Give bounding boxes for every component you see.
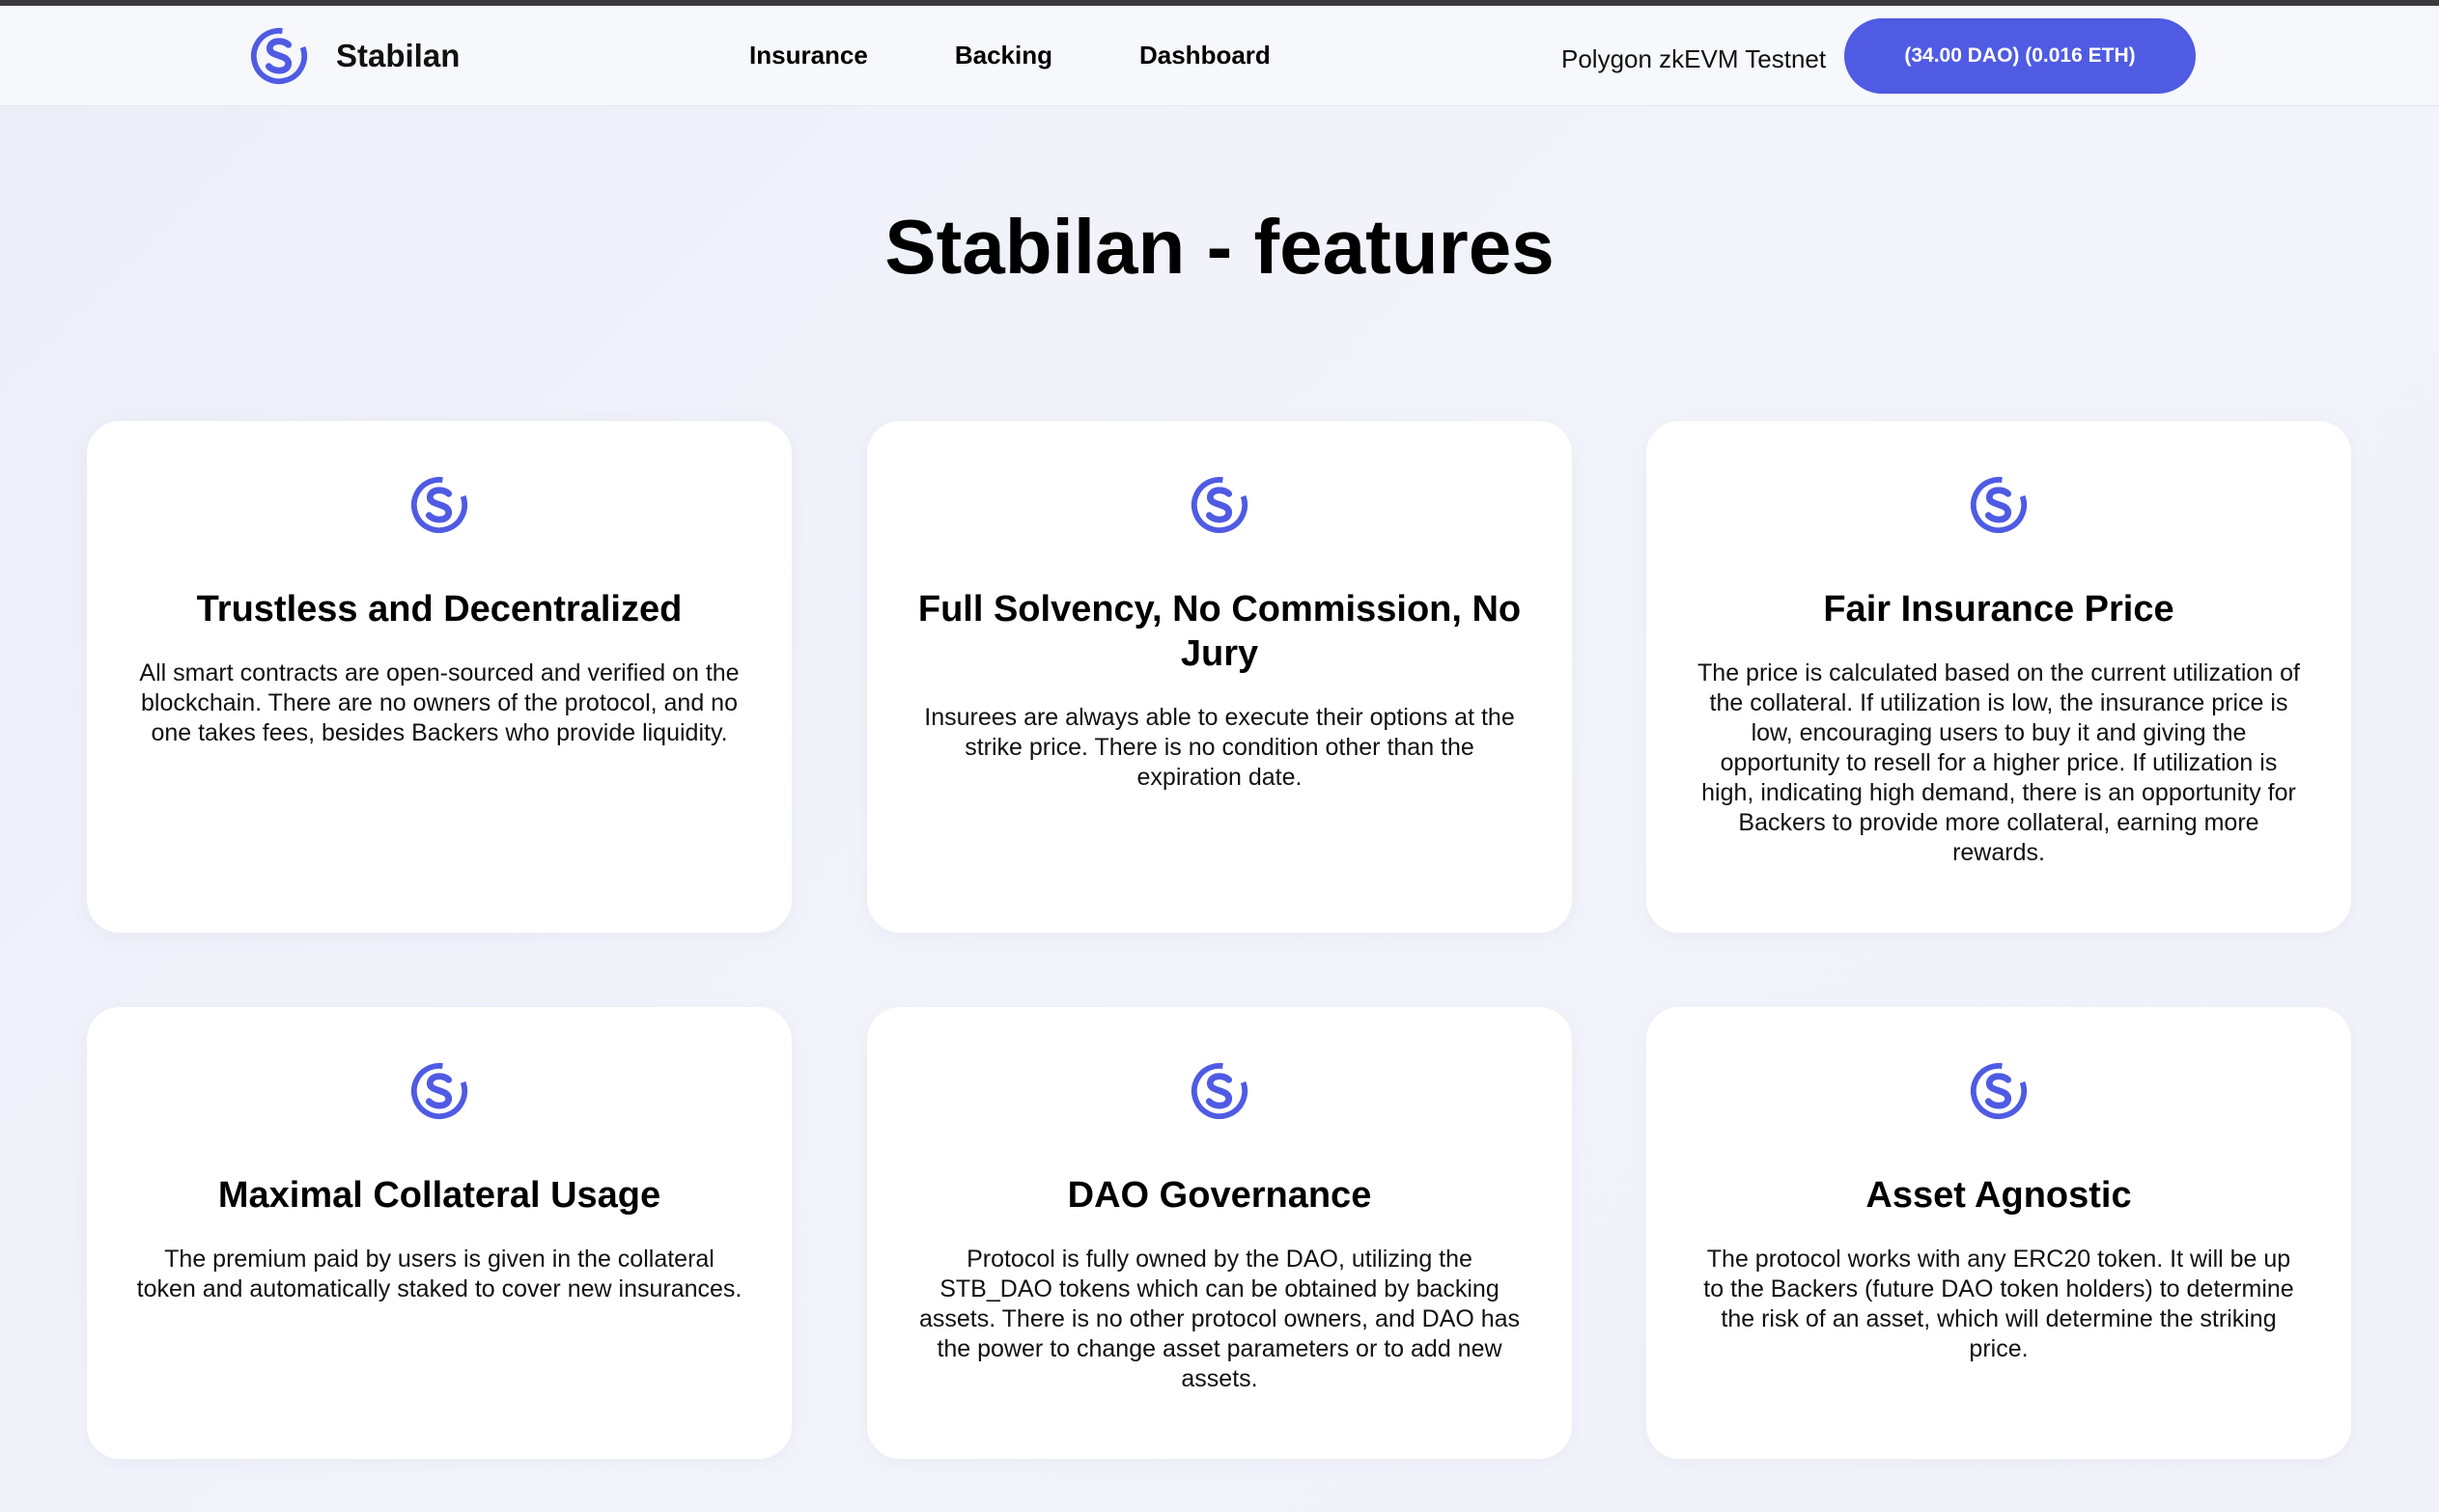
stabilan-logo-icon xyxy=(1970,476,2028,534)
stabilan-logo-icon xyxy=(250,27,308,85)
nav-backing[interactable]: Backing xyxy=(955,41,1052,70)
feature-card: Maximal Collateral Usage The premium pai… xyxy=(87,1007,792,1459)
brand-name: Stabilan xyxy=(336,38,461,73)
feature-description: The premium paid by users is given in th… xyxy=(136,1246,743,1302)
stabilan-logo-icon xyxy=(1970,1062,2028,1120)
feature-title: Maximal Collateral Usage xyxy=(217,1175,661,1216)
feature-title: Asset Agnostic xyxy=(1865,1175,2132,1216)
feature-description: The protocol works with any ERC20 token.… xyxy=(1703,1246,2294,1362)
wallet-balance-button[interactable]: (34.00 DAO) (0.016 ETH) xyxy=(1844,18,2196,94)
feature-card: Fair Insurance Price The price is calcul… xyxy=(1646,421,2351,933)
nav-insurance[interactable]: Insurance xyxy=(749,41,868,70)
feature-title: Full Solvency, No Commission, No Jury xyxy=(917,589,1522,674)
feature-description: All smart contracts are open-sourced and… xyxy=(139,659,740,746)
feature-card: Trustless and Decentralized All smart co… xyxy=(87,421,792,933)
feature-card: Full Solvency, No Commission, No Jury In… xyxy=(867,421,1572,933)
nav-dashboard[interactable]: Dashboard xyxy=(1139,41,1271,70)
stabilan-logo-icon xyxy=(1191,476,1248,534)
brand[interactable]: Stabilan xyxy=(249,25,460,87)
feature-card: Asset Agnostic The protocol works with a… xyxy=(1646,1007,2351,1459)
main-nav: Insurance Backing Dashboard xyxy=(749,41,1358,70)
stabilan-logo-icon xyxy=(410,1062,468,1120)
page-title: Stabilan - features xyxy=(884,204,1555,290)
feature-description: Insurees are always able to execute thei… xyxy=(924,704,1515,791)
feature-card: DAO Governance Protocol is fully owned b… xyxy=(867,1007,1572,1459)
stabilan-logo-icon xyxy=(410,476,468,534)
feature-title: DAO Governance xyxy=(1067,1175,1372,1216)
feature-description: Protocol is fully owned by the DAO, util… xyxy=(918,1246,1521,1392)
network-label: Polygon zkEVM Testnet xyxy=(1561,44,1827,73)
feature-title: Trustless and Decentralized xyxy=(196,589,683,630)
site-header: Stabilan Insurance Backing Dashboard Pol… xyxy=(0,6,2439,106)
feature-title: Fair Insurance Price xyxy=(1823,589,2174,630)
stabilan-logo-icon xyxy=(1191,1062,1248,1120)
feature-description: The price is calculated based on the cur… xyxy=(1697,659,2300,866)
